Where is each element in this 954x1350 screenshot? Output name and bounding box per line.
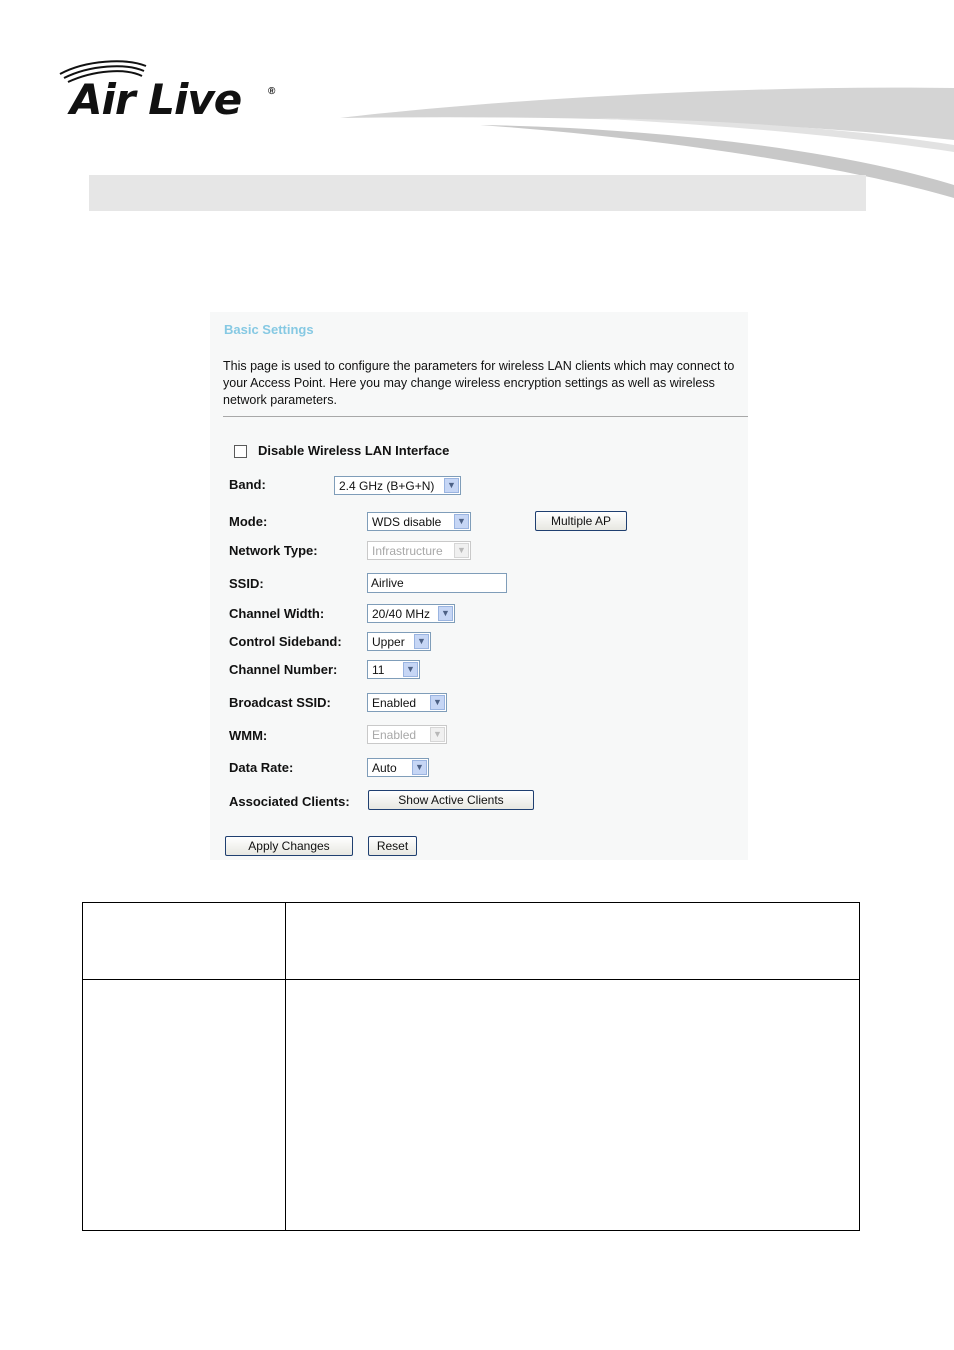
airlive-logo: Air Live ® [56,58,286,128]
control-sideband-select[interactable]: Upper ▼ [367,632,431,651]
reset-button[interactable]: Reset [368,836,417,856]
mode-select[interactable]: WDS disable ▼ [367,512,471,531]
chevron-down-icon: ▼ [430,695,445,710]
description-table [82,902,860,1231]
broadcast-ssid-select[interactable]: Enabled ▼ [367,693,447,712]
ssid-input[interactable]: Airlive [367,573,507,593]
broadcast-ssid-label: Broadcast SSID: [229,695,331,710]
data-rate-select[interactable]: Auto ▼ [367,758,429,777]
logo-registered-mark: ® [268,86,276,97]
chevron-down-icon: ▼ [438,606,453,621]
divider [223,416,748,417]
broadcast-ssid-value: Enabled [372,696,417,710]
network-type-select[interactable]: Infrastructure ▼ [367,541,471,560]
wmm-value: Enabled [372,728,417,742]
network-type-label: Network Type: [229,543,318,558]
wmm-select[interactable]: Enabled ▼ [367,725,447,744]
section-header-bar [89,175,866,211]
channel-width-select[interactable]: 20/40 MHz ▼ [367,604,455,623]
associated-clients-label: Associated Clients: [229,794,350,809]
channel-number-value: 11 [372,663,385,677]
ssid-label: SSID: [229,576,264,591]
multiple-ap-button[interactable]: Multiple AP [535,511,627,531]
chevron-down-icon: ▼ [444,478,459,493]
chevron-down-icon: ▼ [454,543,469,558]
table-row-divider [83,979,859,980]
data-rate-value: Auto [372,761,397,775]
network-type-value: Infrastructure [372,544,443,558]
data-rate-label: Data Rate: [229,760,294,775]
page-description: This page is used to configure the param… [223,359,735,407]
channel-width-value: 20/40 MHz [372,607,431,621]
disable-wlan-label: Disable Wireless LAN Interface [258,443,450,458]
band-select[interactable]: 2.4 GHz (B+G+N) ▼ [334,476,461,495]
chevron-down-icon: ▼ [403,662,418,677]
apply-changes-button[interactable]: Apply Changes [225,836,353,856]
band-value: 2.4 GHz (B+G+N) [339,479,435,493]
channel-width-label: Channel Width: [229,606,325,621]
band-label: Band: [229,477,266,492]
chevron-down-icon: ▼ [414,634,429,649]
disable-wlan-checkbox[interactable] [234,445,247,458]
mode-value: WDS disable [372,515,442,529]
mode-label: Mode: [229,514,268,529]
channel-number-select[interactable]: 11 ▼ [367,660,420,679]
control-sideband-value: Upper [372,635,405,649]
chevron-down-icon: ▼ [454,514,469,529]
basic-settings-panel: Basic Settings This page is used to conf… [210,312,748,860]
chevron-down-icon: ▼ [430,727,445,742]
chevron-down-icon: ▼ [412,760,427,775]
show-active-clients-button[interactable]: Show Active Clients [368,790,534,810]
control-sideband-label: Control Sideband: [229,634,342,649]
page-title: Basic Settings [224,322,314,337]
logo-text: Air Live [70,75,242,124]
table-column-divider [285,903,286,1230]
channel-number-label: Channel Number: [229,662,338,677]
wmm-label: WMM: [229,728,268,743]
